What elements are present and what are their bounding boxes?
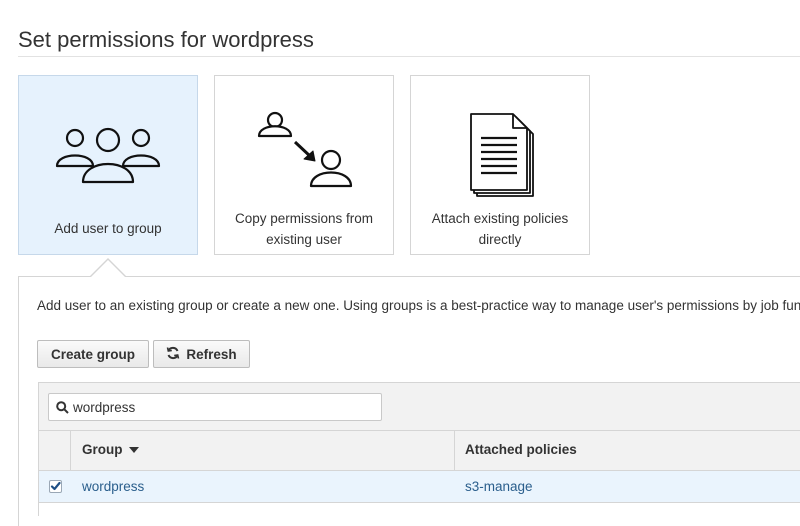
search-input[interactable] [73, 397, 373, 417]
row-checkbox[interactable] [49, 480, 62, 493]
refresh-icon [166, 346, 180, 363]
policy-document-icon [411, 76, 589, 206]
option-card-attach-policies[interactable]: Attach existing policies directly [410, 75, 590, 255]
refresh-button[interactable]: Refresh [153, 340, 250, 368]
table-row[interactable]: wordpress s3-manage [39, 471, 800, 503]
option-card-add-user-to-group[interactable]: Add user to group [18, 75, 198, 255]
table-toolbar [39, 382, 800, 431]
users-group-icon [19, 76, 197, 206]
checkmark-icon [50, 481, 61, 491]
panel-description: Add user to an existing group or create … [37, 298, 800, 313]
option-label-line-1: Attach existing policies [431, 211, 569, 226]
option-label: Attach existing policies directly [417, 208, 583, 250]
column-header-group[interactable]: Group [82, 442, 139, 457]
sort-down-icon [128, 446, 139, 453]
option-label-line-1: Copy permissions from [234, 211, 374, 226]
attached-policy-link[interactable]: s3-manage [465, 479, 533, 494]
create-group-button[interactable]: Create group [37, 340, 149, 368]
group-name-link[interactable]: wordpress [82, 479, 144, 494]
option-label-line-2: existing user [266, 232, 342, 247]
create-group-label: Create group [50, 346, 135, 362]
column-divider [70, 431, 71, 471]
option-label: Copy permissions from existing user [221, 208, 387, 250]
panel-pointer-fill [90, 260, 126, 278]
column-divider [454, 431, 455, 471]
table-header: Group Attached policies [39, 431, 800, 471]
copy-user-permissions-icon [215, 76, 393, 206]
option-card-copy-permissions[interactable]: Copy permissions from existing user [214, 75, 394, 255]
refresh-label: Refresh [186, 346, 237, 362]
search-box[interactable] [48, 393, 382, 421]
page-title: Set permissions for wordpress [18, 27, 314, 52]
column-header-attached-policies[interactable]: Attached policies [465, 442, 577, 457]
option-label: Add user to group [54, 221, 162, 236]
column-header-label: Attached policies [465, 442, 577, 457]
option-label-line-2: directly [478, 232, 522, 247]
title-divider [18, 56, 800, 57]
column-header-label: Group [82, 442, 123, 457]
search-icon [56, 401, 69, 414]
groups-table: Group Attached policies wordpress s3-man… [38, 382, 800, 516]
